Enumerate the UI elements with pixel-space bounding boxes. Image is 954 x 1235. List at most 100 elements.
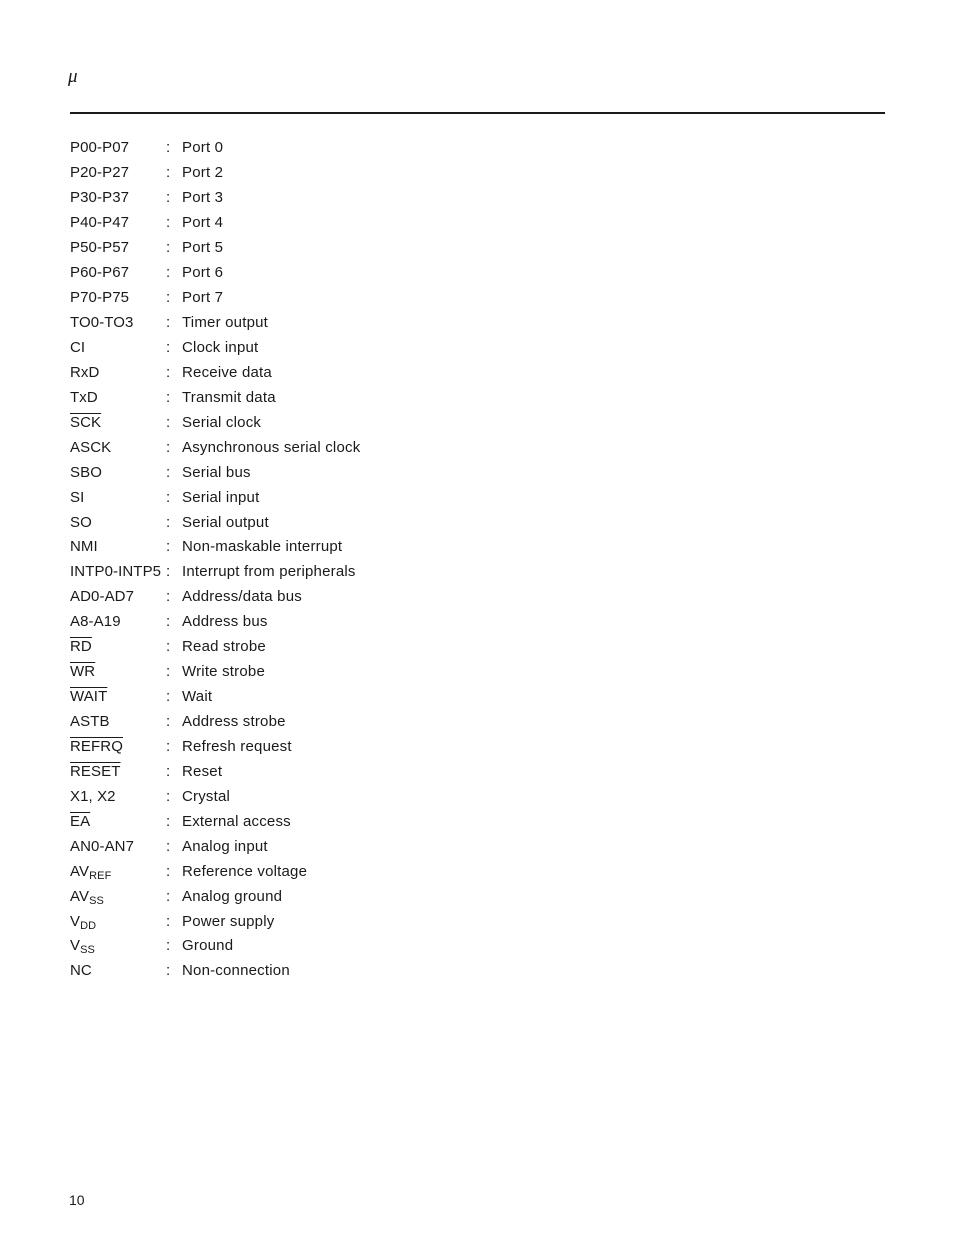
pin-description: Port 2 [182,164,224,182]
pin-name-text: TO0-TO3 [70,314,134,332]
separator-colon: : [166,363,171,381]
pin-row: P20-P27: Port 2 [70,161,360,186]
pin-name: AD0-AD7 [70,587,166,607]
separator-colon: : [166,713,171,731]
pin-description: Port 5 [182,239,224,257]
pin-name: A8-A19 [70,612,166,632]
pin-description: Wait [182,688,213,706]
separator-colon: : [166,214,171,232]
separator-colon: : [166,862,171,880]
pin-name-text: P00-P07 [70,139,130,157]
pin-row: RxD: Receive data [70,360,360,385]
pin-description: Write strobe [182,663,265,681]
separator-colon: : [166,762,171,780]
pin-row: VDD: Power supply [70,909,360,934]
pin-name-subscript: REF [89,869,112,882]
pin-row: ASCK: Asynchronous serial clock [70,435,360,460]
pin-name: TxD [70,388,166,408]
pin-name: RxD [70,363,166,383]
pin-name: VDD [70,912,166,932]
pin-name-text: P70-P75 [70,289,130,307]
pin-name-text: AV [70,887,90,905]
pin-name-text: AD0-AD7 [70,588,135,606]
separator-colon: : [166,438,171,456]
pin-name: P60-P67 [70,263,166,283]
pin-name-text: V [70,937,81,955]
pin-name: P40-P47 [70,213,166,233]
separator-colon: : [166,338,171,356]
pin-name-text: NMI [70,538,98,556]
pin-row: INTP0-INTP5: Interrupt from peripherals [70,560,360,585]
separator-colon: : [166,264,171,282]
pin-description: Serial bus [182,463,251,481]
pin-row: WAIT: Wait [70,685,360,710]
pin-name: WAIT [70,687,166,707]
separator-colon: : [166,164,171,182]
pin-name: P50-P57 [70,238,166,258]
pin-name: AN0-AN7 [70,837,166,857]
pin-name: REFRQ [70,737,166,757]
pin-row: ASTB: Address strobe [70,710,360,735]
pin-row: P50-P57: Port 5 [70,236,360,261]
pin-name-text: REFRQ [70,737,123,755]
pin-name: X1, X2 [70,787,166,807]
pin-name-text: RESET [70,762,121,780]
pin-row: A8-A19: Address bus [70,610,360,635]
page-number: 10 [69,1192,85,1208]
separator-colon: : [166,139,171,157]
pin-row: WR: Write strobe [70,660,360,685]
pin-description: Port 7 [182,289,224,307]
pin-name: SCK [70,413,166,433]
pin-name: RD [70,637,166,657]
header-mu-symbol: μ [68,66,78,87]
separator-colon: : [166,688,171,706]
pin-description: Serial input [182,488,260,506]
pin-name: TO0-TO3 [70,313,166,333]
pin-description: Address/data bus [182,588,302,606]
pin-name: CI [70,338,166,358]
pin-row: REFRQ: Refresh request [70,735,360,760]
separator-colon: : [166,937,171,955]
pin-name-text: RxD [70,363,100,381]
pin-row: P00-P07: Port 0 [70,136,360,161]
pin-row: TO0-TO3: Timer output [70,311,360,336]
pin-name-text: P40-P47 [70,214,130,232]
pin-row: CI: Clock input [70,336,360,361]
pin-description: Port 6 [182,264,224,282]
pin-row: SCK: Serial clock [70,410,360,435]
pin-name-text: EA [70,812,91,830]
separator-colon: : [166,239,171,257]
pin-description: Analog input [182,837,268,855]
pin-row: EA: External access [70,809,360,834]
separator-colon: : [166,314,171,332]
pin-name-subscript: SS [80,944,95,957]
pin-name: AVSS [70,887,166,907]
pin-description: Reset [182,762,223,780]
pin-row: SBO: Serial bus [70,460,360,485]
pin-row: NC: Non-connection [70,959,360,984]
pin-name-text: V [70,912,81,930]
pin-row: RD: Read strobe [70,635,360,660]
pin-name: P00-P07 [70,138,166,158]
separator-colon: : [166,488,171,506]
pin-name-text: ASTB [70,713,110,731]
separator-colon: : [166,837,171,855]
pin-description: Timer output [182,314,269,332]
pin-name-text: CI [70,338,86,356]
separator-colon: : [166,663,171,681]
separator-colon: : [166,463,171,481]
pin-description: Read strobe [182,638,266,656]
pin-description: Crystal [182,787,231,805]
separator-colon: : [166,613,171,631]
pin-name: ASCK [70,438,166,458]
pin-name-subscript: DD [80,919,97,932]
pin-description: Address bus [182,613,268,631]
pin-name-text: P50-P57 [70,239,130,257]
pin-name-text: SCK [70,413,102,431]
pin-name: SBO [70,463,166,483]
separator-colon: : [166,588,171,606]
pin-name: EA [70,812,166,832]
separator-colon: : [166,513,171,531]
pin-name-text: NC [70,962,92,980]
pin-row: X1, X2: Crystal [70,784,360,809]
